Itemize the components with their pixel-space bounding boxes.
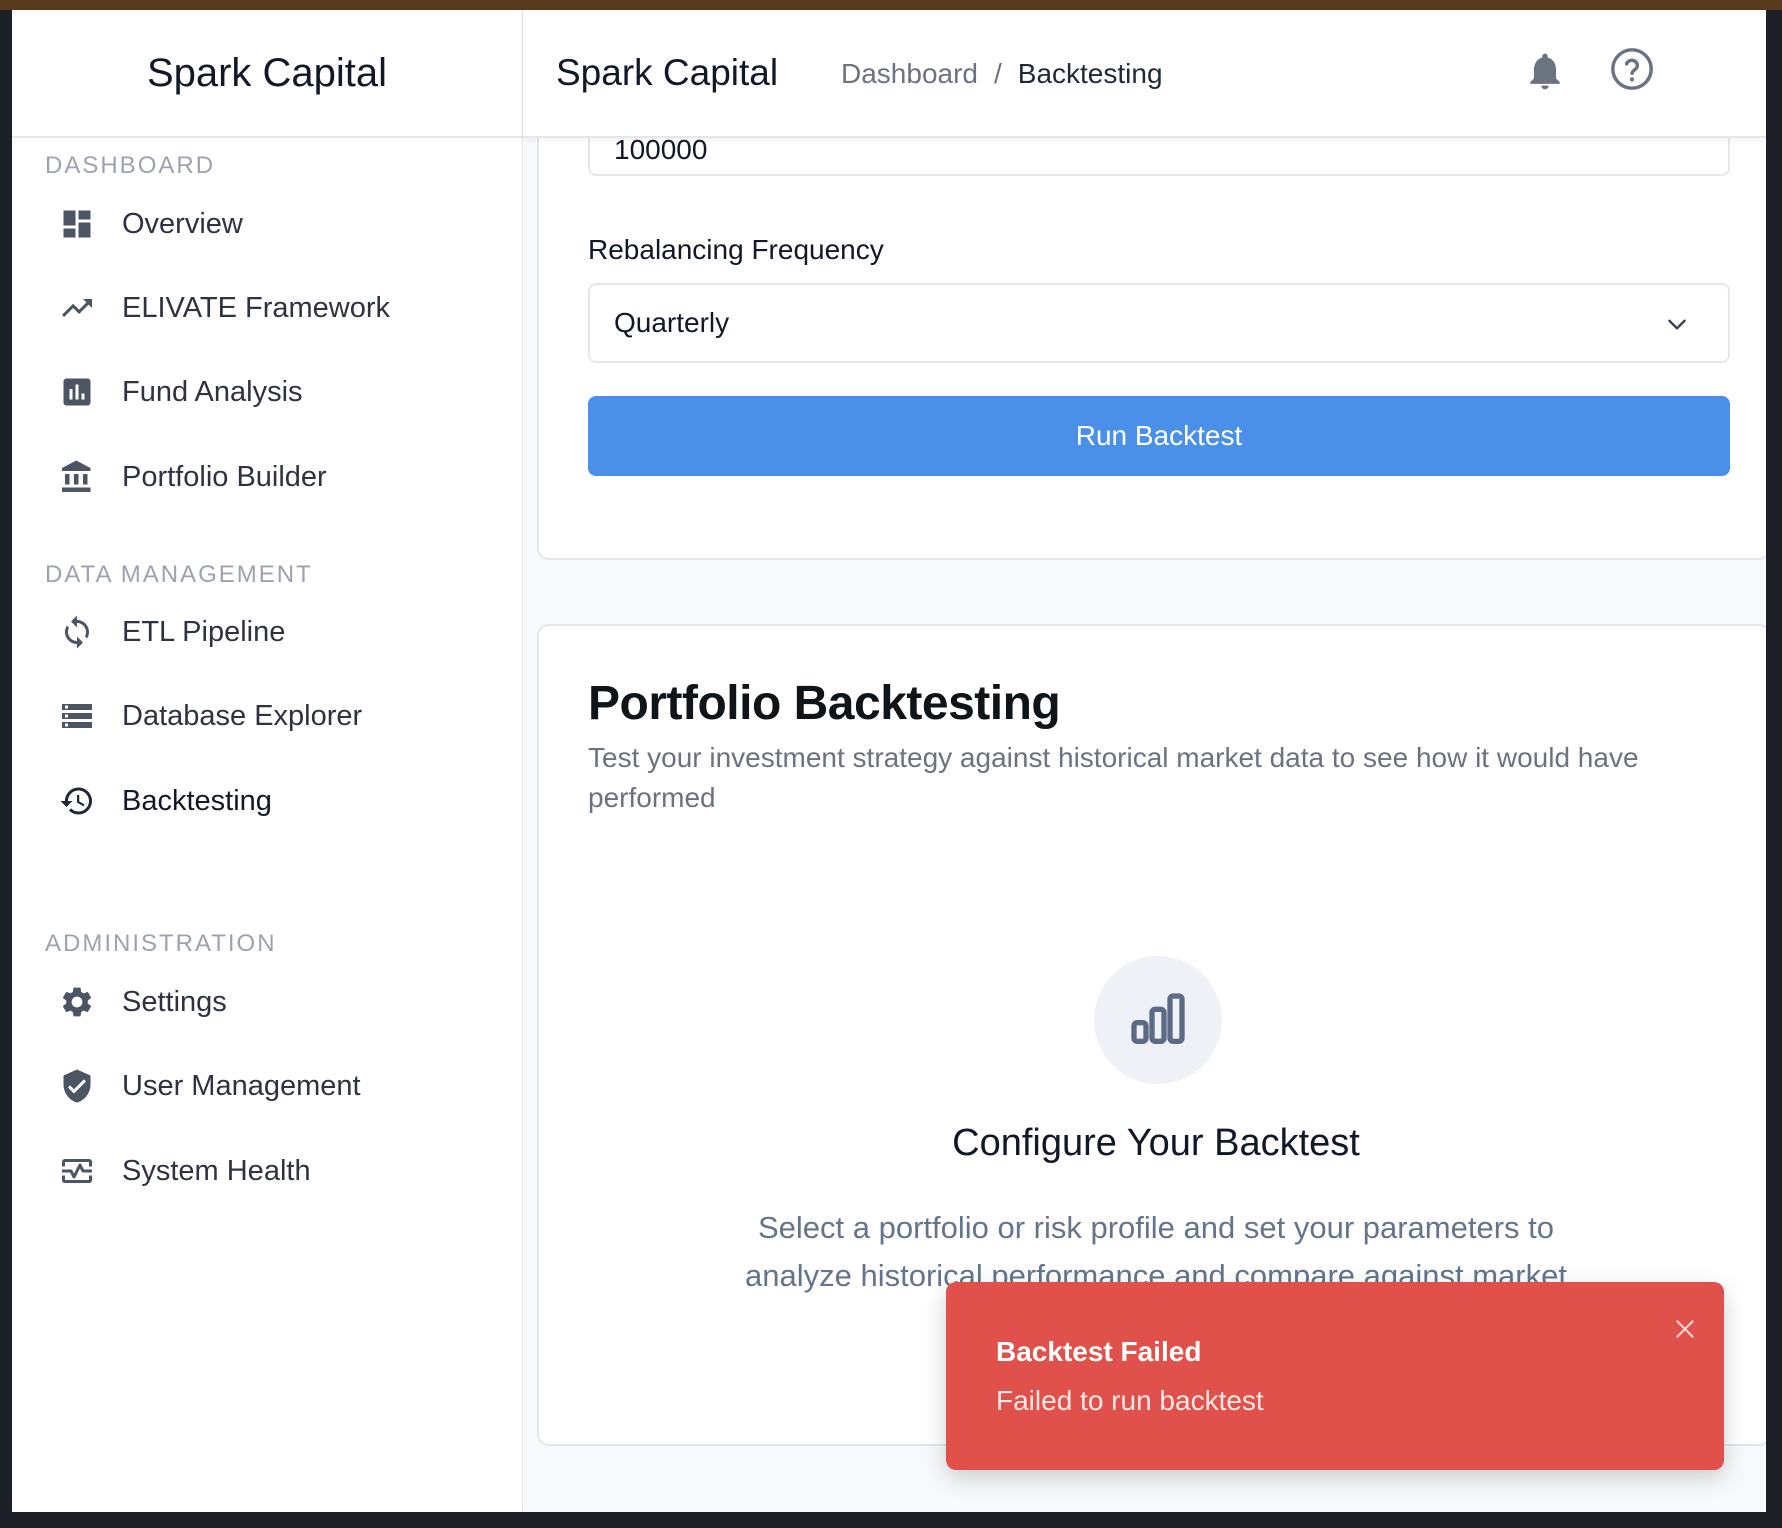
rebalancing-frequency-value: Quarterly	[614, 307, 730, 338]
top-header: Spark Capital Dashboard / Backtesting	[523, 10, 1766, 138]
help-icon[interactable]	[1609, 46, 1655, 92]
sidebar-item-label: System Health	[122, 1154, 311, 1187]
rebalancing-frequency-label: Rebalancing Frequency	[588, 234, 884, 265]
sidebar-item-database-explorer[interactable]: Database Explorer	[58, 686, 362, 746]
empty-state-title: Configure Your Backtest	[952, 1122, 1360, 1164]
bank-icon	[58, 458, 96, 496]
sidebar-item-label: ELIVATE Framework	[122, 291, 391, 324]
monitor-heart-icon	[58, 1152, 96, 1190]
run-backtest-button[interactable]: Run Backtest	[588, 396, 1730, 476]
storage-icon	[58, 697, 96, 735]
sidebar-item-label: Settings	[122, 985, 227, 1018]
toast-message: Failed to run backtest	[996, 1385, 1264, 1416]
sidebar-item-label: Portfolio Builder	[122, 460, 327, 493]
sidebar-item-label: Fund Analysis	[122, 375, 303, 408]
sidebar-item-label: ETL Pipeline	[122, 615, 286, 648]
backtest-form-card: 100000 Rebalancing Frequency Quarterly R…	[537, 110, 1766, 560]
bar-chart-empty-icon	[1094, 956, 1222, 1084]
sidebar-item-elivate-framework[interactable]: ELIVATE Framework	[58, 278, 390, 338]
breadcrumb: Dashboard / Backtesting	[841, 58, 1163, 90]
sidebar-item-portfolio-builder[interactable]: Portfolio Builder	[58, 447, 327, 507]
sidebar-item-label: User Management	[122, 1069, 361, 1102]
trending-up-icon	[58, 289, 96, 327]
sidebar-section-data-management: DATA MANAGEMENT	[45, 561, 313, 588]
window-top-strip	[0, 0, 1782, 10]
sidebar-item-fund-analysis[interactable]: Fund Analysis	[58, 362, 303, 422]
bell-icon[interactable]	[1523, 46, 1567, 96]
sidebar-section-dashboard: DASHBOARD	[45, 152, 216, 179]
rebalancing-frequency-select[interactable]: Quarterly	[588, 283, 1730, 363]
history-icon	[58, 782, 96, 820]
breadcrumb-dashboard[interactable]: Dashboard	[841, 58, 978, 90]
sidebar-brand[interactable]: Spark Capital	[12, 10, 522, 138]
page-title: Portfolio Backtesting	[588, 677, 1061, 730]
breadcrumb-current: Backtesting	[1017, 58, 1163, 89]
toast-title: Backtest Failed	[996, 1336, 1202, 1367]
dashboard-grid-icon	[58, 205, 96, 243]
sidebar-item-user-management[interactable]: User Management	[58, 1056, 361, 1116]
gear-icon	[58, 983, 96, 1021]
page-subtitle: Test your investment strategy against hi…	[588, 742, 1639, 813]
sidebar-item-overview[interactable]: Overview	[58, 194, 243, 254]
sidebar-item-label: Overview	[122, 207, 243, 240]
sidebar-item-settings[interactable]: Settings	[58, 972, 227, 1032]
shield-check-icon	[58, 1067, 96, 1105]
breadcrumb-separator: /	[993, 58, 1002, 89]
sidebar-section-administration: ADMINISTRATION	[45, 930, 277, 957]
error-toast: Backtest Failed Failed to run backtest	[946, 1282, 1724, 1470]
sidebar-item-etl-pipeline[interactable]: ETL Pipeline	[58, 602, 285, 662]
sidebar-item-backtesting[interactable]: Backtesting	[58, 771, 272, 831]
header-brand[interactable]: Spark Capital	[556, 52, 778, 94]
close-icon[interactable]	[1672, 1316, 1698, 1342]
sidebar: Spark Capital DASHBOARD Overview ELIVATE…	[12, 10, 523, 1512]
chevron-down-icon	[1664, 311, 1690, 337]
sidebar-item-label: Backtesting	[122, 784, 272, 817]
sidebar-item-system-health[interactable]: System Health	[58, 1141, 311, 1201]
sync-icon	[58, 613, 96, 651]
bar-chart-icon	[58, 373, 96, 411]
sidebar-item-label: Database Explorer	[122, 699, 363, 732]
